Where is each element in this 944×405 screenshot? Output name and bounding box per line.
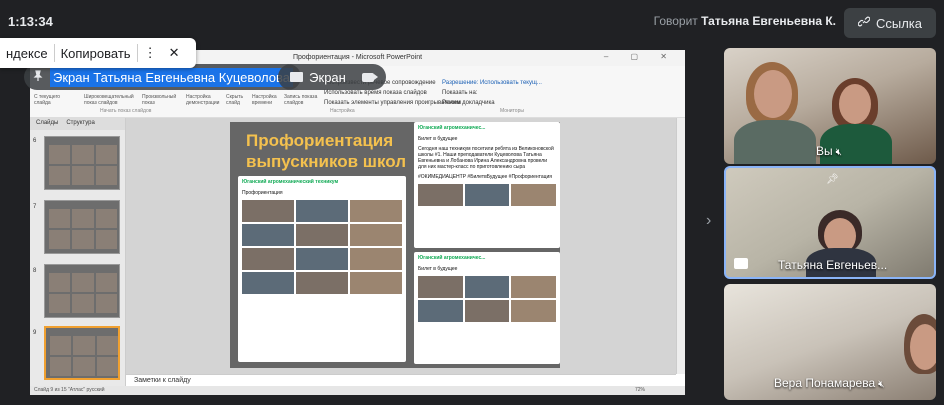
mic-off-icon: 🔇︎ [878,379,885,390]
slide-thumbnail-selected [44,326,120,380]
resolution-setting: Разрешение: Использовать текущ... [442,80,542,86]
tab-slides: Слайды [36,120,59,126]
participant-face [910,324,936,370]
slide-canvas: Профориентация выпускников школ Юганский… [126,118,676,374]
slide-number: 7 [33,204,37,210]
text-selection-popup: ндексе Копировать ⋮ ✕ [0,38,196,68]
post-org: Юганский агромеханичес... [418,255,486,261]
post-tags: #ОКИМЕДИАЦЕНТР #БилетвБудущее #Профориен… [418,174,553,180]
shared-screen: Профориентация - Microsoft PowerPoint – … [30,50,685,395]
popup-copy-item[interactable]: Копировать [55,46,137,61]
popup-search-item[interactable]: ндексе [0,46,54,61]
post-photos [414,182,560,208]
speaking-prefix: Говорит [653,14,698,28]
slide-scrollbar[interactable] [676,118,685,374]
slides-panel-tabs: Слайды Структура [30,118,125,130]
current-slide: Профориентация выпускников школ Юганский… [230,122,560,368]
link-icon [857,16,871,31]
slide-notes[interactable]: Заметки к слайду [126,374,676,386]
check-timings: Использовать время показа слайдов [324,90,427,96]
zoom-level: 72% [634,387,645,393]
show-on-setting: Показать на: [442,90,478,96]
section-setup: Настройка [330,108,355,114]
post-title: Билет в будущее [418,136,458,142]
camera-icon [361,72,378,82]
slide-number: 8 [33,268,37,274]
ribbon-custom-show: Произвольный показ [142,94,177,106]
ribbon-setup-show: Настройка демонстрации [186,94,220,106]
ribbon-timings: Настройка времени [252,94,277,106]
screen-label: Экран [309,69,346,85]
social-post-left: Юганский агромеханический техникум Профо… [238,176,406,362]
check-controls: Показать элементы управления проигрывате… [324,100,462,106]
copy-link-button[interactable]: Ссылка [844,8,936,38]
post-org: Юганский агромеханический техникум [242,179,339,185]
participant-tile[interactable]: Вера Понамарева 🔇︎ [724,284,936,400]
chevron-right-icon[interactable]: › [706,212,711,230]
post-text: Профориентация [242,190,283,196]
meet-window: 1:13:34 Говорит Татьяна Евгеньевна К. Сс… [0,0,944,405]
participant-tile-presenter[interactable]: 📌︎ Татьяна Евгеньев... [724,166,936,279]
tab-outline: Структура [66,120,95,126]
social-post-right-bottom: Юганский агромеханичес... Билет в будуще… [414,252,560,364]
participant-name: Татьяна Евгеньев... [778,258,888,272]
participant-tile-self[interactable]: Вы 🔇︎ [724,48,936,164]
ppt-status-bar: Слайд 9 из 15 "Атлас" русский 72% [30,386,685,395]
post-body: Сегодня наш техникум посетили ребята из … [418,146,554,170]
social-post-right-top: Юганский агромеханичес... Билет в будуще… [414,122,560,248]
participant-name: Вы 🔇︎ [816,144,842,158]
section-monitors: Мониторы [500,108,524,114]
screen-share-icon [290,72,304,82]
call-timer: 1:13:34 [8,14,53,29]
slide-number: 6 [33,138,37,144]
post-title: Билет в будущее [418,266,458,272]
presenter-name: Экран Татьяна Евгеньевна Куцеволова [50,67,294,87]
link-label: Ссылка [875,15,923,31]
more-icon[interactable]: ⋮ [138,45,163,61]
presenter-view-check: Режим докладчика [442,100,495,106]
slide-thumbnail [44,136,120,190]
ribbon-hide-slide: Скрыть слайд [226,94,244,106]
speaking-name: Татьяна Евгеньевна К. [701,14,836,28]
ribbon-broadcast: Широковещательный показ слайдов [84,94,134,106]
slide-thumbnail [44,200,120,254]
pin-icon[interactable]: 📌︎ [826,174,839,185]
section-start: Начать показ слайдов [100,108,152,114]
participant-name: Вера Понамарева 🔇︎ [774,376,885,390]
screen-share-icon [734,258,748,269]
screen-chip[interactable]: Экран [278,64,386,90]
mic-off-icon: 🔇︎ [835,147,842,158]
close-icon[interactable]: ✕ [163,45,186,61]
ribbon-record: Запись показа слайдов [284,94,318,106]
pin-icon[interactable] [32,69,44,85]
post-photos [414,274,560,324]
post-photos [238,198,406,296]
ribbon-from-current: С текущего слайда [34,94,61,106]
participant-face [754,70,792,118]
participant-face [839,84,871,124]
speaking-indicator: Говорит Татьяна Евгеньевна К. [654,14,836,28]
slide-number: 9 [33,330,37,336]
window-controls: – ▢ ✕ [603,52,677,61]
post-org: Юганский агромеханичес... [418,125,486,131]
status-text: Слайд 9 из 15 "Атлас" русский [34,387,105,393]
slide-thumbnail [44,264,120,318]
slides-panel: Слайды Структура 6 7 8 9 [30,118,126,386]
